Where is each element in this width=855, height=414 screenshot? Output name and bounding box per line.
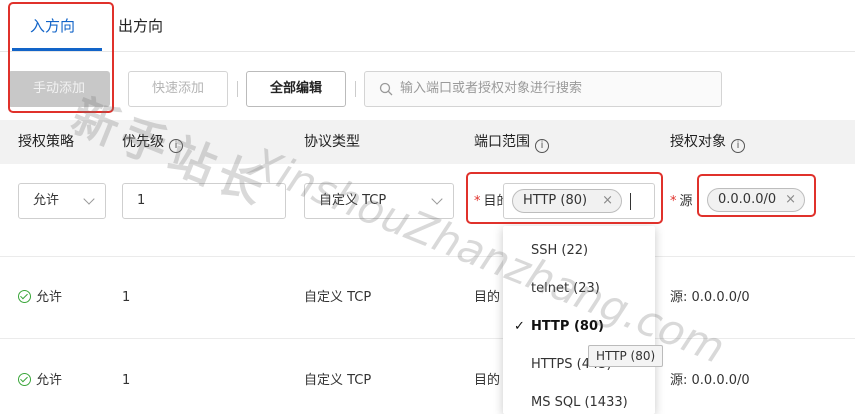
row-source: 源: 0.0.0.0/0 <box>670 290 750 305</box>
edit-all-button[interactable]: 全部编辑 <box>246 71 346 107</box>
remove-tag-icon[interactable]: × <box>785 189 796 211</box>
tab-outbound[interactable]: 出方向 <box>118 14 163 38</box>
source-tag: 0.0.0.0/0 × <box>707 188 805 212</box>
search-icon <box>379 82 393 96</box>
header-priority: 优先级 i <box>122 120 183 164</box>
info-icon[interactable]: i <box>169 139 183 153</box>
search-input[interactable]: 输入端口或者授权对象进行搜索 <box>364 71 722 107</box>
port-tag: HTTP (80) × <box>512 189 622 213</box>
row-divider <box>0 256 855 257</box>
protocol-select[interactable]: 自定义 TCP <box>304 183 454 219</box>
tab-inbound[interactable]: 入方向 <box>30 14 75 38</box>
row-port: 目的 <box>474 290 501 305</box>
direction-tabs: 入方向 出方向 <box>0 0 855 52</box>
info-icon[interactable]: i <box>535 139 549 153</box>
row-priority: 1 <box>122 290 131 305</box>
info-icon[interactable]: i <box>731 139 745 153</box>
header-auth-object: 授权对象 i <box>670 120 745 164</box>
check-circle-icon <box>18 290 31 303</box>
row-port: 目的 <box>474 373 501 388</box>
header-protocol: 协议类型 <box>304 134 360 150</box>
remove-tag-icon[interactable]: × <box>602 190 613 212</box>
row-source: 源: 0.0.0.0/0 <box>670 373 750 388</box>
text-cursor <box>630 193 631 210</box>
row-protocol: 自定义 TCP <box>304 290 372 305</box>
option-tooltip: HTTP (80) <box>588 345 664 367</box>
checkmark-icon: ✓ <box>514 319 525 334</box>
dropdown-option[interactable]: telnet (23) <box>503 270 655 308</box>
row-policy: 允许 <box>18 371 62 391</box>
row-policy: 允许 <box>18 288 62 308</box>
dropdown-option[interactable]: SSH (22) <box>503 232 655 270</box>
header-policy: 授权策略 <box>18 134 74 150</box>
check-circle-icon <box>18 373 31 386</box>
priority-input[interactable]: 1 <box>122 183 286 219</box>
port-dropdown: SSH (22) telnet (23) ✓ HTTP (80) HTTPS (4… <box>503 226 655 414</box>
chevron-down-icon <box>431 193 443 205</box>
dropdown-option-selected[interactable]: ✓ HTTP (80) <box>503 308 655 346</box>
manual-add-button[interactable]: 手动添加 <box>8 71 110 107</box>
search-placeholder: 输入端口或者授权对象进行搜索 <box>400 81 583 96</box>
policy-select-value: 允许 <box>33 193 60 208</box>
row-divider <box>0 338 855 339</box>
row-protocol: 自定义 TCP <box>304 373 372 388</box>
source-label: * 源 <box>670 194 693 209</box>
protocol-select-value: 自定义 TCP <box>319 193 387 208</box>
quick-add-button[interactable]: 快速添加 <box>128 71 228 107</box>
toolbar-divider <box>355 81 356 97</box>
header-port-range: 端口范围 i <box>474 120 549 164</box>
chevron-down-icon <box>83 193 95 205</box>
policy-select[interactable]: 允许 <box>18 183 106 219</box>
dropdown-option[interactable]: MS SQL (1433) <box>503 384 655 414</box>
table-header: 授权策略 优先级 i 协议类型 端口范围 i 授权对象 i <box>0 120 855 164</box>
active-tab-indicator <box>12 48 102 51</box>
row-priority: 1 <box>122 373 131 388</box>
port-range-input[interactable]: HTTP (80) × <box>503 183 655 219</box>
toolbar-divider <box>237 81 238 97</box>
